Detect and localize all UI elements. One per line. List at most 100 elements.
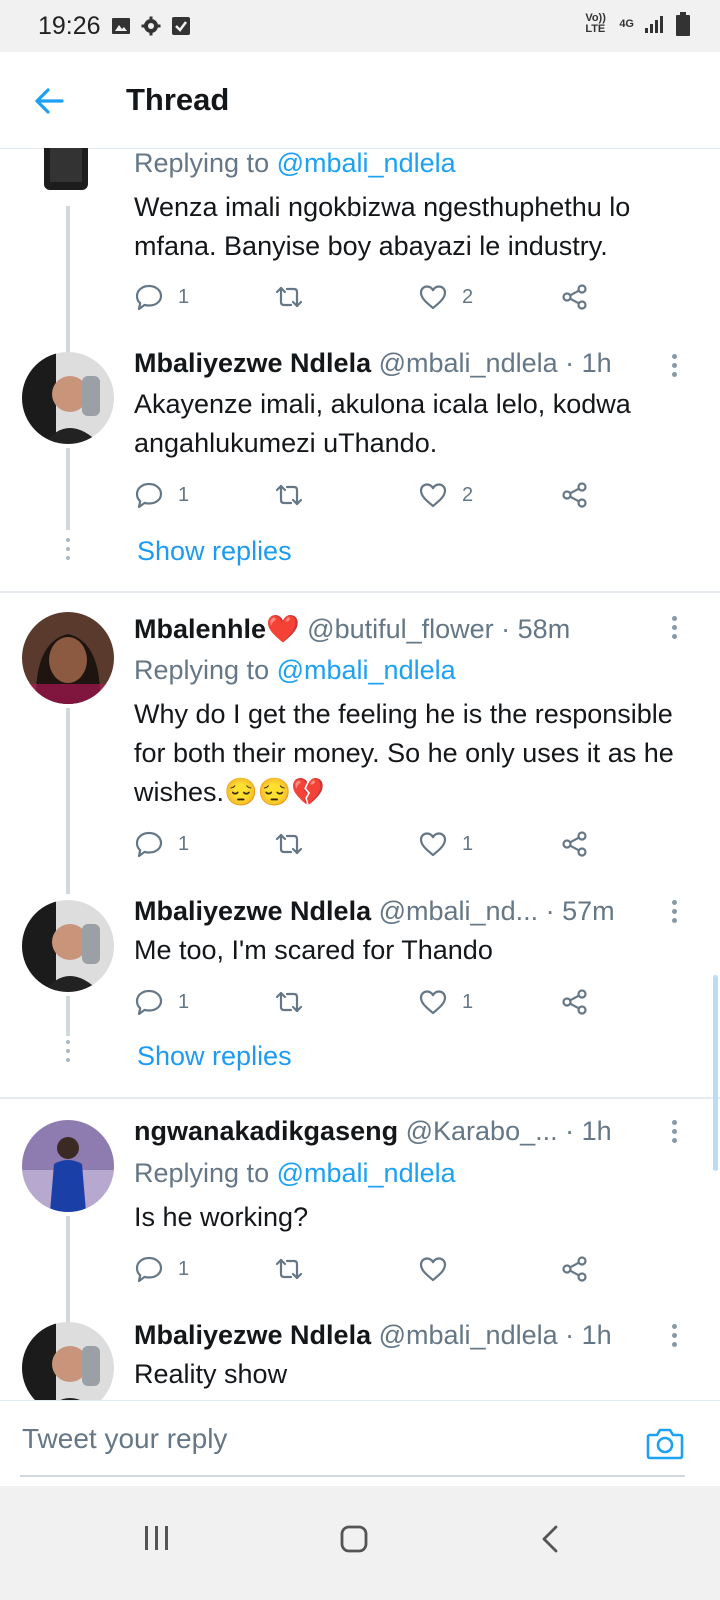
- user-handle: @mbali_ndlela: [378, 348, 558, 378]
- reply-button[interactable]: 1: [134, 1254, 189, 1284]
- tweet-text: Me too, I'm scared for Thando: [134, 935, 493, 965]
- more-icon[interactable]: [672, 616, 680, 643]
- reply-icon: [135, 482, 163, 509]
- like-count: 2: [462, 285, 474, 308]
- camera-icon[interactable]: [646, 1425, 684, 1461]
- timestamp: · 1h: [565, 1116, 612, 1146]
- retweet-icon: [275, 484, 303, 506]
- mention-link[interactable]: @mbali_ndlela: [277, 148, 456, 178]
- reply-composer: Tweet your reply: [0, 1400, 720, 1487]
- share-button[interactable]: [560, 987, 590, 1017]
- thread-dots: [66, 1040, 70, 1067]
- reply-icon: [135, 989, 163, 1016]
- volte-indicator: Vo)) LTE: [585, 12, 606, 35]
- replying-to: Replying to @mbali_ndlela: [134, 148, 456, 178]
- reply-count: 1: [178, 285, 190, 308]
- reply-icon: [135, 1256, 163, 1283]
- more-icon[interactable]: [672, 1120, 680, 1147]
- reply-button[interactable]: 1: [134, 829, 189, 859]
- retweet-icon: [275, 1258, 303, 1280]
- divider: [0, 591, 720, 593]
- more-icon[interactable]: [672, 1324, 680, 1351]
- display-name[interactable]: Mbalenhle❤️: [134, 614, 300, 644]
- reply-count: 1: [178, 483, 190, 506]
- user-handle: @mbali_ndlela: [378, 1320, 558, 1350]
- retweet-button[interactable]: [274, 829, 304, 859]
- scrollbar[interactable]: [713, 975, 718, 1171]
- mention-link[interactable]: @mbali_ndlela: [277, 655, 456, 685]
- status-bar: 19:26 Vo)) LTE 4G: [0, 0, 720, 52]
- display-name[interactable]: Mbaliyezwe Ndlela: [134, 1320, 371, 1350]
- battery-icon: [676, 12, 690, 36]
- heart-icon: [419, 285, 447, 310]
- share-icon: [562, 989, 587, 1015]
- tweet-header: Mbalenhle❤️ @butiful_flower · 58m: [134, 613, 570, 645]
- more-icon[interactable]: [672, 354, 680, 381]
- share-button[interactable]: [560, 829, 590, 859]
- tweet-text: Why do I get the feeling he is the respo…: [134, 699, 674, 807]
- tweet-header: ngwanakadikgaseng @Karabo_... · 1h: [134, 1116, 612, 1147]
- avatar[interactable]: [22, 900, 114, 992]
- reply-button[interactable]: 1: [134, 480, 189, 510]
- share-button[interactable]: [560, 480, 590, 510]
- display-name[interactable]: ngwanakadikgaseng: [134, 1116, 398, 1146]
- reply-count: 1: [178, 832, 190, 855]
- page-title: Thread: [126, 82, 230, 117]
- back-chevron-icon[interactable]: [540, 1524, 560, 1554]
- tweet-text: Is he working?: [134, 1202, 309, 1232]
- tweet-actions: 1 2: [134, 480, 614, 510]
- share-button[interactable]: [560, 1254, 590, 1284]
- share-icon: [562, 831, 587, 857]
- display-name[interactable]: Mbaliyezwe Ndlela: [134, 348, 371, 378]
- heart-icon: [419, 483, 447, 508]
- avatar[interactable]: [40, 148, 92, 194]
- more-icon[interactable]: [672, 900, 680, 927]
- display-name[interactable]: Mbaliyezwe Ndlela: [134, 896, 371, 926]
- thread-line: [66, 448, 70, 530]
- home-icon[interactable]: [339, 1524, 369, 1554]
- user-handle: @butiful_flower: [307, 614, 494, 644]
- thread-line: [66, 708, 70, 894]
- thread-line: [66, 1216, 70, 1324]
- avatar[interactable]: [22, 1120, 114, 1212]
- arrow-left-icon[interactable]: [32, 84, 66, 118]
- user-handle: @Karabo_...: [405, 1116, 558, 1146]
- tweet-actions: 1 2: [134, 282, 614, 312]
- share-button[interactable]: [560, 282, 590, 312]
- reply-input[interactable]: Tweet your reply: [22, 1423, 227, 1455]
- heart-icon: [419, 990, 447, 1015]
- recent-apps-icon[interactable]: [143, 1524, 171, 1552]
- like-button[interactable]: 1: [418, 987, 473, 1017]
- show-replies-link[interactable]: Show replies: [137, 536, 292, 567]
- status-time: 19:26: [38, 11, 101, 40]
- reply-button[interactable]: 1: [134, 282, 189, 312]
- reply-button[interactable]: 1: [134, 987, 189, 1017]
- like-button[interactable]: 1: [418, 829, 473, 859]
- retweet-button[interactable]: [274, 480, 304, 510]
- retweet-button[interactable]: [274, 1254, 304, 1284]
- reply-icon: [135, 831, 163, 858]
- divider: [0, 1097, 720, 1099]
- like-button[interactable]: [418, 1254, 462, 1284]
- retweet-button[interactable]: [274, 987, 304, 1017]
- like-button[interactable]: 2: [418, 282, 473, 312]
- network-type: 4G: [619, 18, 634, 30]
- app-header: Thread: [0, 52, 720, 149]
- retweet-icon: [275, 286, 303, 308]
- mention-link[interactable]: @mbali_ndlela: [277, 1158, 456, 1188]
- avatar[interactable]: [22, 352, 114, 444]
- gear-icon: [141, 16, 161, 36]
- show-replies-link[interactable]: Show replies: [137, 1041, 292, 1072]
- tweet-text: Reality show: [134, 1359, 288, 1389]
- avatar[interactable]: [22, 612, 114, 704]
- replying-to: Replying to @mbali_ndlela: [134, 655, 456, 685]
- retweet-icon: [275, 833, 303, 855]
- tweet-header: Mbaliyezwe Ndlela @mbali_ndlela · 1h: [134, 1320, 612, 1351]
- like-button[interactable]: 2: [418, 480, 473, 510]
- retweet-button[interactable]: [274, 282, 304, 312]
- thread-feed[interactable]: Replying to @mbali_ndlela Wenza imali ng…: [0, 148, 720, 1426]
- heart-icon: [419, 1257, 447, 1282]
- check-box-icon: [171, 17, 190, 35]
- tweet-actions: 1 1: [134, 829, 614, 859]
- tweet-header: Mbaliyezwe Ndlela @mbali_nd... · 57m: [134, 896, 615, 927]
